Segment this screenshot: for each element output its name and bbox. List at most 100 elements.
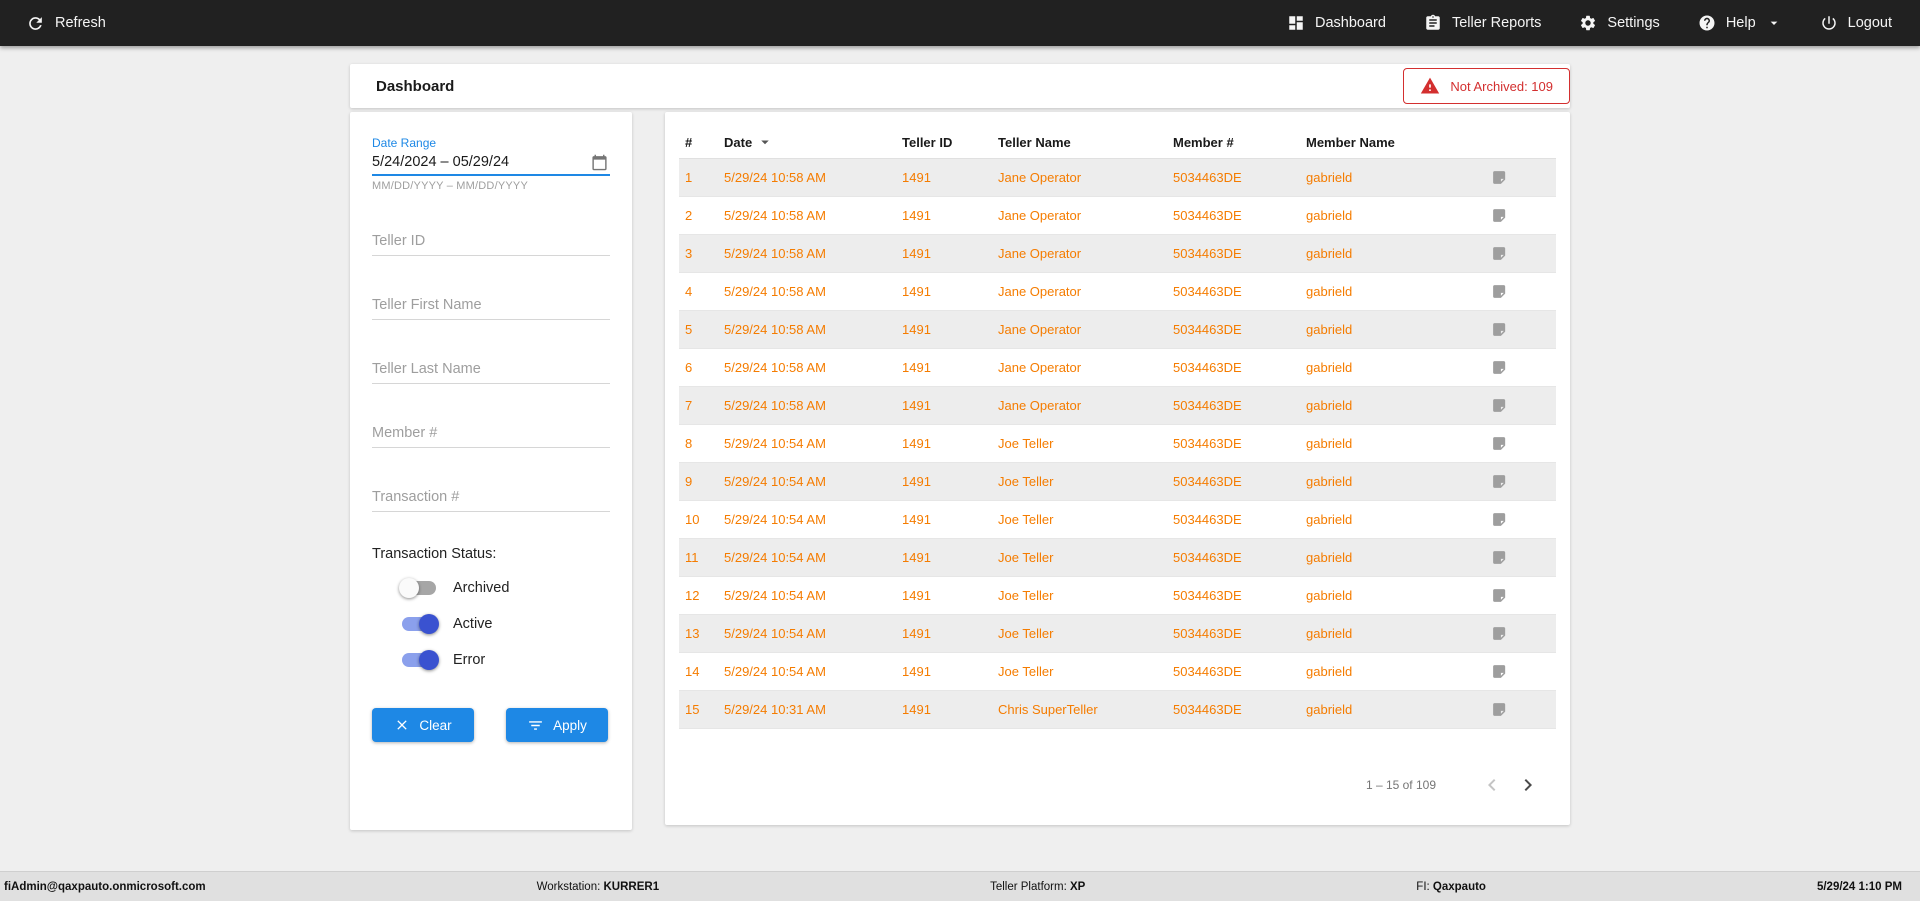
next-page-button[interactable] (1510, 767, 1546, 803)
note-icon[interactable] (1491, 169, 1508, 186)
filter-panel: Date Range MM/DD/YYYY – MM/DD/YYYY (350, 112, 632, 830)
note-icon[interactable] (1491, 321, 1508, 338)
row-member-number: 5034463DE (1173, 702, 1242, 717)
row-date: 5/29/24 10:54 AM (724, 588, 826, 603)
row-date: 5/29/24 10:58 AM (724, 208, 826, 223)
row-member-number: 5034463DE (1173, 588, 1242, 603)
table-row[interactable]: 8 5/29/24 10:54 AM 1491 Joe Teller 50344… (679, 425, 1556, 463)
note-icon[interactable] (1491, 587, 1508, 604)
row-teller-id: 1491 (902, 550, 931, 565)
toggle-row-archived: Archived (372, 576, 610, 600)
row-teller-id: 1491 (902, 208, 931, 223)
teller-first-name-field (372, 294, 610, 320)
note-icon[interactable] (1491, 283, 1508, 300)
note-icon[interactable] (1491, 625, 1508, 642)
nav-settings[interactable]: Settings (1579, 14, 1660, 32)
nav-teller-reports[interactable]: Teller Reports (1424, 14, 1541, 32)
not-archived-badge[interactable]: Not Archived: 109 (1403, 68, 1570, 104)
row-member-number: 5034463DE (1173, 436, 1242, 451)
row-number: 7 (685, 398, 693, 413)
clear-button-label: Clear (419, 717, 452, 733)
row-member-name: gabrield (1306, 550, 1353, 565)
row-teller-name: Joe Teller (998, 588, 1054, 603)
active-toggle[interactable] (402, 614, 439, 634)
note-icon[interactable] (1491, 549, 1508, 566)
column-header-member-number: Member # (1173, 134, 1234, 150)
row-date: 5/29/24 10:58 AM (724, 360, 826, 375)
workstation-label: Workstation: (536, 880, 601, 893)
teller-id-input[interactable] (372, 230, 610, 252)
note-icon[interactable] (1491, 701, 1508, 718)
nav-help[interactable]: Help (1698, 14, 1782, 32)
row-number: 5 (685, 322, 693, 337)
table-row[interactable]: 7 5/29/24 10:58 AM 1491 Jane Operator 50… (679, 387, 1556, 425)
note-icon[interactable] (1491, 397, 1508, 414)
nav-logout[interactable]: Logout (1820, 14, 1892, 32)
row-teller-name: Jane Operator (998, 246, 1082, 261)
row-date: 5/29/24 10:58 AM (724, 398, 826, 413)
previous-page-button[interactable] (1474, 767, 1510, 803)
refresh-icon (29, 16, 42, 30)
table-row[interactable]: 2 5/29/24 10:58 AM 1491 Jane Operator 50… (679, 197, 1556, 235)
logout-power-icon (1821, 16, 1836, 30)
row-number: 15 (685, 702, 700, 717)
workstation-value: KURRER1 (603, 880, 660, 893)
table-row[interactable]: 9 5/29/24 10:54 AM 1491 Joe Teller 50344… (679, 463, 1556, 501)
nav-help-label: Help (1725, 15, 1756, 31)
row-teller-name: Chris SuperTeller (998, 702, 1098, 717)
archived-toggle[interactable] (399, 578, 436, 598)
table-row[interactable]: 11 5/29/24 10:54 AM 1491 Joe Teller 5034… (679, 539, 1556, 577)
nav-dashboard[interactable]: Dashboard (1287, 14, 1386, 32)
row-teller-id: 1491 (902, 626, 931, 641)
clear-button[interactable]: Clear (372, 708, 474, 742)
note-icon[interactable] (1491, 663, 1508, 680)
transaction-number-field (372, 486, 610, 512)
note-icon[interactable] (1491, 511, 1508, 528)
table-row[interactable]: 15 5/29/24 10:31 AM 1491 Chris SuperTell… (679, 691, 1556, 729)
table-row[interactable]: 4 5/29/24 10:58 AM 1491 Jane Operator 50… (679, 273, 1556, 311)
note-icon[interactable] (1491, 435, 1508, 452)
note-icon[interactable] (1491, 473, 1508, 490)
column-header-number: # (685, 134, 693, 150)
table-row[interactable]: 1 5/29/24 10:58 AM 1491 Jane Operator 50… (679, 159, 1556, 197)
transaction-status-label: Transaction Status: (372, 546, 497, 562)
date-range-input[interactable] (372, 150, 610, 174)
row-member-name: gabrield (1306, 322, 1353, 337)
row-date: 5/29/24 10:54 AM (724, 550, 826, 565)
table-row[interactable]: 12 5/29/24 10:54 AM 1491 Joe Teller 5034… (679, 577, 1556, 615)
row-number: 4 (685, 284, 693, 299)
table-row[interactable]: 13 5/29/24 10:54 AM 1491 Joe Teller 5034… (679, 615, 1556, 653)
table-row[interactable]: 3 5/29/24 10:58 AM 1491 Jane Operator 50… (679, 235, 1556, 273)
row-date: 5/29/24 10:54 AM (724, 664, 826, 679)
teller-first-name-input[interactable] (372, 294, 610, 316)
transaction-number-input[interactable] (372, 486, 610, 508)
apply-button-label: Apply (553, 717, 587, 733)
table-row[interactable]: 5 5/29/24 10:58 AM 1491 Jane Operator 50… (679, 311, 1556, 349)
note-icon[interactable] (1491, 359, 1508, 376)
calendar-icon[interactable] (591, 154, 608, 171)
fi-value: Qaxpauto (1432, 880, 1486, 893)
table-row[interactable]: 6 5/29/24 10:58 AM 1491 Jane Operator 50… (679, 349, 1556, 387)
apply-button[interactable]: Apply (506, 708, 608, 742)
current-datetime: 5/29/24 1:10 PM (1816, 880, 1902, 893)
row-member-number: 5034463DE (1173, 664, 1242, 679)
refresh-button[interactable]: Refresh (26, 14, 106, 33)
note-icon[interactable] (1491, 207, 1508, 224)
teller-last-name-input[interactable] (372, 358, 610, 380)
column-header-date[interactable]: Date (724, 133, 902, 151)
toggle-row-active: Active (372, 612, 610, 636)
row-number: 8 (685, 436, 693, 451)
note-icon[interactable] (1491, 245, 1508, 262)
row-member-name: gabrield (1306, 702, 1353, 717)
table-row[interactable]: 10 5/29/24 10:54 AM 1491 Joe Teller 5034… (679, 501, 1556, 539)
table-row[interactable]: 14 5/29/24 10:54 AM 1491 Joe Teller 5034… (679, 653, 1556, 691)
nav-teller-reports-label: Teller Reports (1451, 15, 1542, 31)
row-number: 14 (685, 664, 700, 679)
row-teller-id: 1491 (902, 664, 931, 679)
row-date: 5/29/24 10:58 AM (724, 170, 826, 185)
row-teller-id: 1491 (902, 170, 931, 185)
member-number-input[interactable] (372, 422, 610, 444)
row-number: 3 (685, 246, 693, 261)
fi-label: FI: (1416, 880, 1430, 893)
error-toggle[interactable] (402, 650, 439, 670)
